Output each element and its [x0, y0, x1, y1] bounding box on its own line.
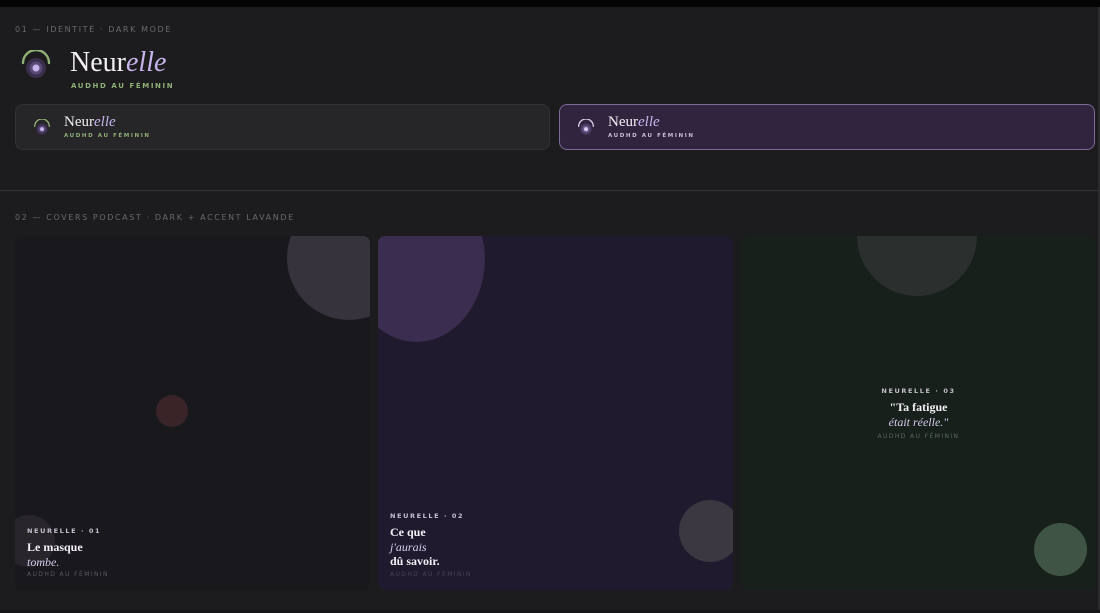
- decorative-circle: [1034, 523, 1087, 576]
- neurelle-logo-icon: [578, 119, 594, 135]
- tagline-large: AUDHD AU FÉMININ: [71, 82, 175, 90]
- wordmark-small: Neurelle: [608, 114, 660, 130]
- cover-subtitle: AUDHD AU FÉMININ: [877, 433, 960, 440]
- top-bar: [0, 0, 1100, 7]
- cover-tag: NEURELLE · 03: [881, 387, 956, 395]
- section-label-identity: 01 — IDENTITÉ · DARK MODE: [15, 25, 172, 34]
- neurelle-logo-icon: [34, 119, 50, 135]
- decorative-circle: [378, 236, 485, 342]
- neurelle-logo-icon: [21, 50, 51, 78]
- cover-subtitle: AUDHD AU FÉMININ: [27, 571, 109, 578]
- tagline-small: AUDHD AU FÉMININ: [608, 133, 695, 139]
- cover-title: Le masque tombe.: [27, 540, 83, 569]
- decorative-circle: [857, 236, 977, 296]
- cover-title: Ce que j'aurais dû savoir.: [390, 525, 440, 568]
- cover-tag: NEURELLE · 01: [27, 527, 102, 535]
- podcast-cover-01: NEURELLE · 01 Le masque tombe. AUDHD AU …: [15, 236, 370, 590]
- section-label-covers: 02 — COVERS PODCAST · DARK + ACCENT LAVA…: [15, 213, 295, 222]
- lockup-lavender-panel: Neurelle AUDHD AU FÉMININ: [559, 104, 1095, 150]
- decorative-circle: [287, 236, 370, 320]
- podcast-cover-03: NEURELLE · 03 "Ta fatigue était réelle."…: [741, 236, 1096, 590]
- podcast-cover-02: NEURELLE · 02 Ce que j'aurais dû savoir.…: [378, 236, 733, 590]
- decorative-circle: [679, 500, 733, 562]
- lockup-dark-panel: Neurelle AUDHD AU FÉMININ: [15, 104, 550, 150]
- section-divider: [0, 190, 1100, 191]
- cover-title: "Ta fatigue était réelle.": [888, 400, 949, 429]
- cover-tag: NEURELLE · 02: [390, 512, 465, 520]
- wordmark-large: Neurelle: [70, 47, 167, 78]
- decorative-dot: [156, 395, 188, 427]
- tagline-small: AUDHD AU FÉMININ: [64, 133, 151, 139]
- cover-subtitle: AUDHD AU FÉMININ: [390, 571, 472, 578]
- wordmark-small: Neurelle: [64, 114, 116, 130]
